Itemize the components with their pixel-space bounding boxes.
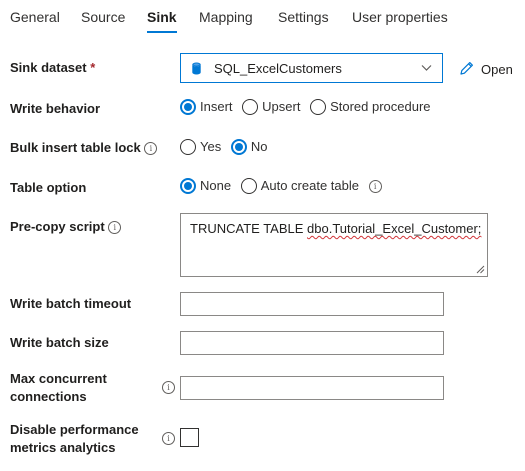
info-icon[interactable]: i xyxy=(162,432,175,445)
radio-selected-indicator xyxy=(180,178,196,194)
open-dataset-button[interactable]: Open xyxy=(458,60,513,77)
sink-dataset-value: SQL_ExcelCustomers xyxy=(214,61,342,76)
radio-label: None xyxy=(200,178,232,193)
radio-indicator xyxy=(240,178,257,194)
radio-label: Auto create table xyxy=(260,178,359,193)
write-behavior-radio-group: Insert Upsert Stored procedure xyxy=(180,99,437,115)
tab-mapping[interactable]: Mapping xyxy=(199,9,253,25)
write-batch-size-label: Write batch size xyxy=(10,335,109,350)
disable-performance-metrics-label: Disable performance metrics analytics xyxy=(10,422,139,455)
bulk-insert-table-lock-label-text: Bulk insert table lock xyxy=(10,140,141,155)
pre-copy-script-label: Pre-copy script i xyxy=(10,218,122,236)
resize-handle-icon[interactable] xyxy=(476,265,485,274)
table-option-radio-group: None Auto create table i xyxy=(180,178,382,194)
info-icon[interactable]: i xyxy=(144,142,158,155)
info-icon[interactable]: i xyxy=(108,221,122,234)
chevron-down-icon xyxy=(421,65,432,71)
script-text: TRUNCATE TABLE xyxy=(190,221,308,236)
write-batch-size-input[interactable] xyxy=(180,331,444,355)
tab-sink[interactable]: Sink xyxy=(147,9,177,25)
radio-label: Yes xyxy=(200,139,222,154)
max-concurrent-connections-label: Max concurrent connections xyxy=(10,371,107,404)
info-icon[interactable]: i xyxy=(162,381,175,394)
sink-dataset-label: Sink dataset * xyxy=(10,59,95,77)
tab-bar: General Source Sink Mapping Settings Use… xyxy=(0,0,525,34)
database-icon xyxy=(192,62,201,75)
write-batch-timeout-input[interactable] xyxy=(180,292,444,316)
bulk-insert-table-lock-label: Bulk insert table lock i xyxy=(10,139,158,157)
write-behavior-insert-radio[interactable]: Insert xyxy=(180,99,233,115)
radio-label: Upsert xyxy=(262,99,301,114)
radio-label: No xyxy=(250,139,268,154)
radio-indicator xyxy=(242,99,259,115)
active-tab-indicator xyxy=(147,31,177,33)
bulk-insert-no-radio[interactable]: No xyxy=(230,139,268,155)
write-behavior-stored-procedure-radio[interactable]: Stored procedure xyxy=(310,99,431,115)
tab-settings[interactable]: Settings xyxy=(278,9,329,25)
table-option-label: Table option xyxy=(10,180,87,195)
pre-copy-script-label-text: Pre-copy script xyxy=(10,219,105,234)
sink-dataset-dropdown[interactable]: SQL_ExcelCustomers xyxy=(180,53,443,83)
sink-dataset-label-text: Sink dataset xyxy=(10,60,87,75)
radio-indicator xyxy=(180,139,196,155)
pencil-icon xyxy=(460,62,473,75)
radio-selected-indicator xyxy=(180,99,196,115)
radio-label: Insert xyxy=(200,99,233,114)
bulk-insert-yes-radio[interactable]: Yes xyxy=(180,139,221,155)
radio-label: Stored procedure xyxy=(330,99,431,114)
pre-copy-script-value: TRUNCATE TABLE dbo.Tutorial_Excel_Custom… xyxy=(190,221,481,236)
script-text-spellcheck: dbo.Tutorial_Excel_Customer; xyxy=(307,221,482,236)
table-option-auto-create-radio[interactable]: Auto create table xyxy=(240,178,359,194)
disable-performance-metrics-checkbox[interactable] xyxy=(180,428,199,447)
radio-selected-indicator xyxy=(230,139,247,155)
tab-source[interactable]: Source xyxy=(81,9,125,25)
tab-general[interactable]: General xyxy=(10,9,60,25)
required-marker: * xyxy=(90,60,96,75)
write-behavior-upsert-radio[interactable]: Upsert xyxy=(242,99,300,115)
write-batch-timeout-label: Write batch timeout xyxy=(10,296,132,311)
pre-copy-script-textarea[interactable]: TRUNCATE TABLE dbo.Tutorial_Excel_Custom… xyxy=(180,213,488,277)
open-label: Open xyxy=(481,62,513,77)
bulk-insert-table-lock-radio-group: Yes No xyxy=(180,139,273,155)
max-concurrent-connections-input[interactable] xyxy=(180,376,444,400)
radio-indicator xyxy=(310,99,327,115)
tab-user-properties[interactable]: User properties xyxy=(352,9,448,25)
table-option-none-radio[interactable]: None xyxy=(180,178,231,194)
write-behavior-label: Write behavior xyxy=(10,101,101,116)
info-icon[interactable]: i xyxy=(368,180,382,193)
